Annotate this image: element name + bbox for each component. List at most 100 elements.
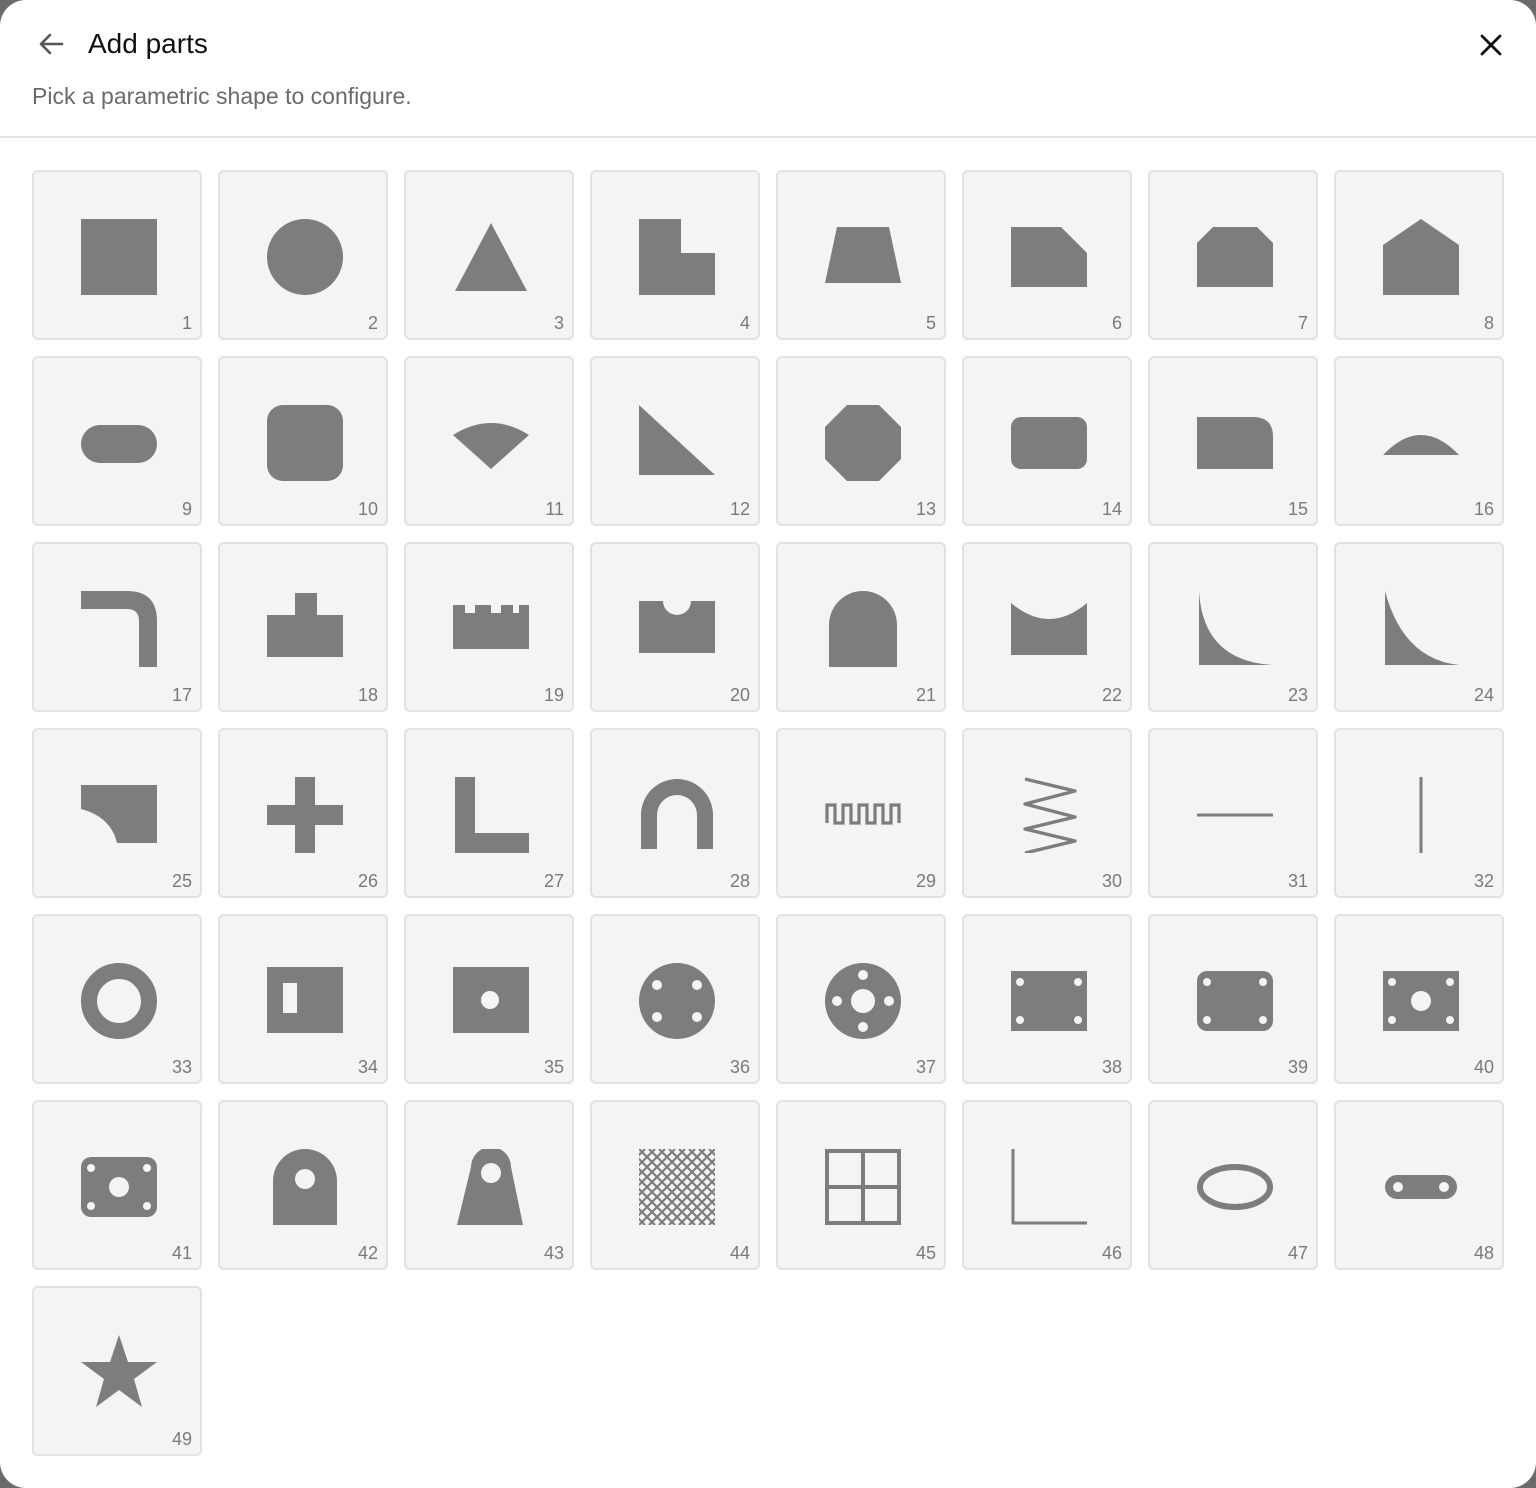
part-tile[interactable]: 18 bbox=[218, 542, 388, 712]
part-tile[interactable]: 21 bbox=[776, 542, 946, 712]
part-tile[interactable]: 41 bbox=[32, 1100, 202, 1270]
part-tile[interactable]: 22 bbox=[962, 542, 1132, 712]
part-tile[interactable]: 9 bbox=[32, 356, 202, 526]
part-number: 36 bbox=[729, 1057, 750, 1077]
part-number: 29 bbox=[915, 871, 936, 891]
part-tile[interactable]: 30 bbox=[962, 728, 1132, 898]
part-tile[interactable]: 38 bbox=[962, 914, 1132, 1084]
part-number: 34 bbox=[357, 1057, 378, 1077]
part-number: 13 bbox=[915, 499, 936, 519]
part-tile[interactable]: 23 bbox=[1148, 542, 1318, 712]
part-tile[interactable]: 16 bbox=[1334, 356, 1504, 526]
part-tile[interactable]: 5 bbox=[776, 170, 946, 340]
part-tile[interactable]: 11 bbox=[404, 356, 574, 526]
right-triangle-icon bbox=[639, 405, 715, 475]
part-tile[interactable]: 10 bbox=[218, 356, 388, 526]
part-tile[interactable]: 43 bbox=[404, 1100, 574, 1270]
part-tile[interactable]: 34 bbox=[218, 914, 388, 1084]
part-number: 44 bbox=[729, 1243, 750, 1263]
part-tile[interactable]: 13 bbox=[776, 356, 946, 526]
square-wave-icon bbox=[825, 803, 901, 825]
part-tile[interactable]: 15 bbox=[1148, 356, 1318, 526]
rounded-rectangle-icon bbox=[1011, 417, 1087, 469]
part-tile[interactable]: 14 bbox=[962, 356, 1132, 526]
u-bend-icon bbox=[641, 779, 713, 849]
part-tile[interactable]: 4 bbox=[590, 170, 760, 340]
slotted-plate-icon bbox=[267, 967, 343, 1033]
part-number: 35 bbox=[543, 1057, 564, 1077]
vertical-line-icon bbox=[1419, 777, 1423, 853]
part-tile[interactable]: 40 bbox=[1334, 914, 1504, 1084]
close-icon bbox=[1480, 34, 1502, 56]
part-tile[interactable]: 26 bbox=[218, 728, 388, 898]
part-tile[interactable]: 17 bbox=[32, 542, 202, 712]
add-parts-dialog: Add parts Pick a parametric shape to con… bbox=[0, 0, 1536, 1488]
part-number: 3 bbox=[553, 313, 564, 333]
part-number: 26 bbox=[357, 871, 378, 891]
sector-icon bbox=[453, 423, 529, 469]
part-tile[interactable]: 29 bbox=[776, 728, 946, 898]
part-tile[interactable]: 44 bbox=[590, 1100, 760, 1270]
part-number: 10 bbox=[357, 499, 378, 519]
part-tile[interactable]: 48 bbox=[1334, 1100, 1504, 1270]
part-tile[interactable]: 45 bbox=[776, 1100, 946, 1270]
part-tile[interactable]: 20 bbox=[590, 542, 760, 712]
part-tile[interactable]: 6 bbox=[962, 170, 1132, 340]
part-tile[interactable]: 32 bbox=[1334, 728, 1504, 898]
part-tile[interactable]: 24 bbox=[1334, 542, 1504, 712]
part-number: 14 bbox=[1101, 499, 1122, 519]
circle-icon bbox=[267, 219, 343, 295]
part-tile[interactable]: 1 bbox=[32, 170, 202, 340]
part-tile[interactable]: 7 bbox=[1148, 170, 1318, 340]
part-number: 19 bbox=[543, 685, 564, 705]
flange-icon bbox=[825, 963, 901, 1039]
part-tile[interactable]: 8 bbox=[1334, 170, 1504, 340]
arch-icon bbox=[829, 591, 897, 667]
part-tile[interactable]: 35 bbox=[404, 914, 574, 1084]
part-tile[interactable]: 28 bbox=[590, 728, 760, 898]
part-number: 40 bbox=[1473, 1057, 1494, 1077]
arrow-left-icon bbox=[39, 33, 64, 55]
part-number: 23 bbox=[1287, 685, 1308, 705]
part-tile[interactable]: 3 bbox=[404, 170, 574, 340]
part-tile[interactable]: 39 bbox=[1148, 914, 1318, 1084]
part-number: 2 bbox=[367, 313, 378, 333]
part-number: 31 bbox=[1287, 871, 1308, 891]
parts-grid: 1 2 3 4 5 6 7 8 9 10 11 12 13 14 15 16 17 18 19 20 21 22 23 24 2… bbox=[32, 170, 1504, 1456]
back-button[interactable] bbox=[32, 24, 72, 64]
part-number: 39 bbox=[1287, 1057, 1308, 1077]
plate-five-holes-icon bbox=[1383, 971, 1459, 1031]
part-number: 30 bbox=[1101, 871, 1122, 891]
part-tile[interactable]: 2 bbox=[218, 170, 388, 340]
ring-icon bbox=[81, 963, 157, 1039]
part-number: 6 bbox=[1111, 313, 1122, 333]
part-number: 33 bbox=[171, 1057, 192, 1077]
disc-four-holes-icon bbox=[639, 963, 715, 1039]
rounded-right-rectangle-icon bbox=[1197, 417, 1273, 469]
part-tile[interactable]: 25 bbox=[32, 728, 202, 898]
part-tile[interactable]: 49 bbox=[32, 1286, 202, 1456]
part-tile[interactable]: 37 bbox=[776, 914, 946, 1084]
part-tile[interactable]: 31 bbox=[1148, 728, 1318, 898]
part-number: 12 bbox=[729, 499, 750, 519]
part-tile[interactable]: 19 bbox=[404, 542, 574, 712]
part-number: 21 bbox=[915, 685, 936, 705]
part-number: 20 bbox=[729, 685, 750, 705]
link-bar-icon bbox=[1385, 1175, 1457, 1199]
part-number: 24 bbox=[1473, 685, 1494, 705]
part-number: 1 bbox=[181, 313, 192, 333]
close-button[interactable] bbox=[1470, 24, 1512, 66]
part-number: 25 bbox=[171, 871, 192, 891]
part-tile[interactable]: 46 bbox=[962, 1100, 1132, 1270]
part-tile[interactable]: 12 bbox=[590, 356, 760, 526]
tab-block-icon bbox=[267, 593, 343, 657]
part-tile[interactable]: 33 bbox=[32, 914, 202, 1084]
part-number: 37 bbox=[915, 1057, 936, 1077]
part-tile[interactable]: 27 bbox=[404, 728, 574, 898]
part-tile[interactable]: 42 bbox=[218, 1100, 388, 1270]
part-number: 5 bbox=[925, 313, 936, 333]
part-tile[interactable]: 47 bbox=[1148, 1100, 1318, 1270]
part-number: 48 bbox=[1473, 1243, 1494, 1263]
part-number: 15 bbox=[1287, 499, 1308, 519]
part-tile[interactable]: 36 bbox=[590, 914, 760, 1084]
